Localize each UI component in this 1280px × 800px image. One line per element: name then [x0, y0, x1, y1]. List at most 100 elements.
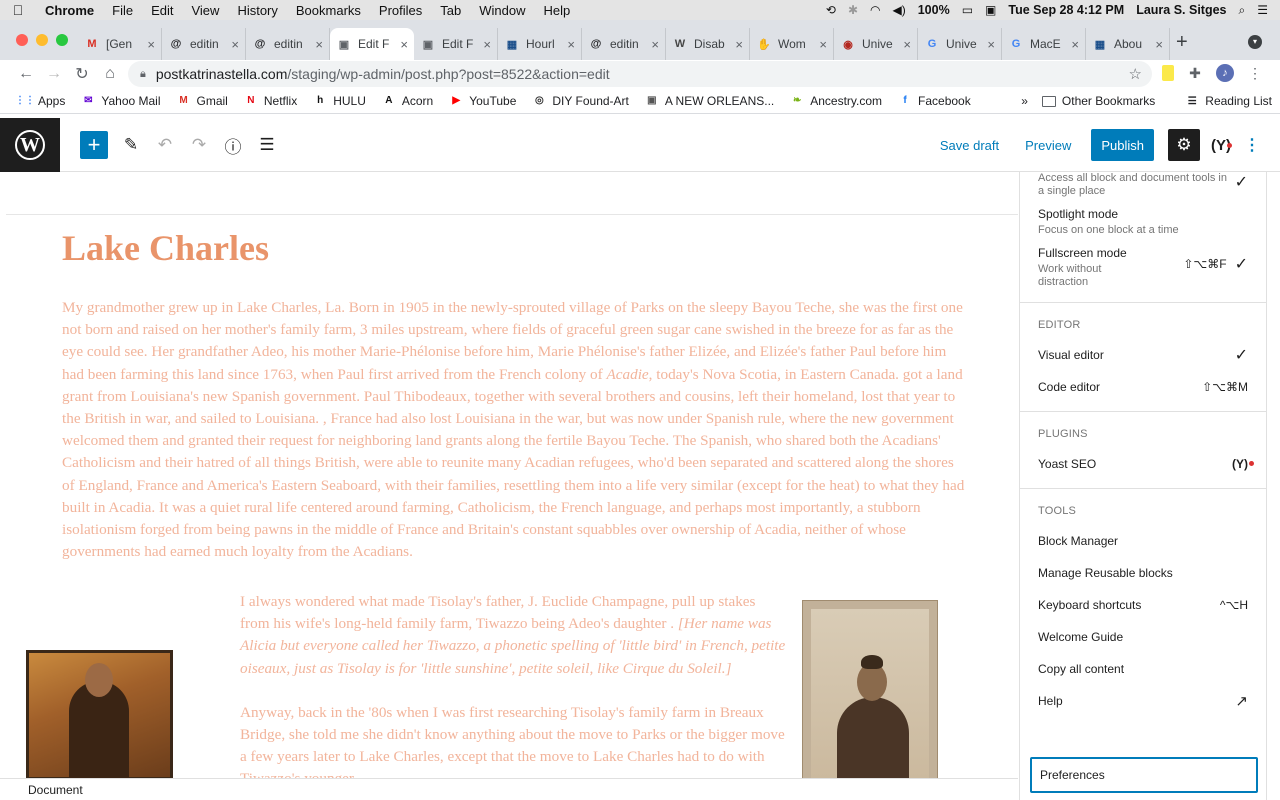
extensions-puzzle-icon[interactable]: ✚ [1186, 64, 1204, 82]
publish-button[interactable]: Publish [1091, 129, 1154, 161]
bookmark-item[interactable]: ⋮⋮ Apps [15, 94, 65, 108]
profile-avatar[interactable]: ♪ [1216, 64, 1234, 82]
keyboard-icon[interactable]: ▣ [985, 3, 996, 17]
minimize-window-button[interactable] [36, 34, 48, 46]
menu-bookmarks[interactable]: Bookmarks [287, 3, 370, 18]
menu-top-toolbar[interactable]: Access all block and document tools in a… [1020, 172, 1266, 202]
undo-icon[interactable]: ↶ [154, 131, 176, 159]
tab-close-icon[interactable]: × [147, 37, 155, 52]
menu-visual-editor[interactable]: Visual editor ✓ [1020, 339, 1266, 371]
forward-button[interactable]: → [40, 65, 68, 83]
browser-tab[interactable]: ▣ Edit F × [414, 28, 498, 60]
apple-menu-icon[interactable]:  [0, 2, 36, 18]
tab-close-icon[interactable]: × [1071, 37, 1079, 52]
browser-tab[interactable]: ▦ Hourl × [498, 28, 582, 60]
browser-tab[interactable]: ▣ Edit F × [330, 28, 414, 60]
tab-close-icon[interactable]: × [1155, 37, 1163, 52]
menu-help[interactable]: Help [535, 3, 580, 18]
browser-tab[interactable]: W Disab × [666, 28, 750, 60]
breadcrumb-document[interactable]: Document [28, 783, 83, 797]
menubar-user[interactable]: Laura S. Sitges [1136, 3, 1226, 17]
post-title[interactable]: Lake Charles [62, 227, 269, 269]
list-view-icon[interactable]: ☰ [256, 131, 278, 159]
bookmark-item[interactable]: ✉ Yahoo Mail [81, 94, 160, 108]
tab-close-icon[interactable]: × [483, 37, 491, 52]
options-menu-icon[interactable]: ⋮ [1242, 129, 1262, 161]
browser-tab[interactable]: M [Gen × [78, 28, 162, 60]
browser-tab[interactable]: ▦ Abou × [1086, 28, 1170, 60]
lock-icon[interactable]: 🔒︎ [140, 68, 146, 81]
menu-code-editor[interactable]: Code editor ⇧⌥⌘M [1020, 371, 1266, 403]
control-center-icon[interactable]: ☰ [1257, 3, 1268, 17]
zoom-window-button[interactable] [56, 34, 68, 46]
chrome-menu-icon[interactable]: ⋮ [1246, 64, 1264, 82]
wordpress-logo-icon[interactable]: W [0, 118, 60, 172]
preferences-button[interactable]: Preferences [1030, 757, 1258, 793]
other-bookmarks-folder[interactable]: Other Bookmarks [1041, 94, 1155, 108]
browser-tab[interactable]: G MacE × [1002, 28, 1086, 60]
time-machine-icon[interactable]: ⟲ [826, 3, 836, 17]
menu-edit[interactable]: Edit [142, 3, 182, 18]
tools-pencil-icon[interactable]: ✎ [120, 131, 142, 159]
menu-fullscreen-mode[interactable]: Fullscreen mode Work without distraction … [1020, 242, 1266, 294]
settings-gear-icon[interactable]: ⚙ [1168, 129, 1200, 161]
tab-close-icon[interactable]: × [315, 37, 323, 52]
bookmarks-overflow-button[interactable]: » [1021, 94, 1028, 108]
menu-yoast-seo[interactable]: Yoast SEO (Y) [1020, 448, 1266, 480]
browser-tab[interactable]: @ editin × [246, 28, 330, 60]
new-tab-button[interactable]: + [1176, 32, 1188, 52]
bookmark-item[interactable]: h HULU [313, 94, 366, 108]
battery-icon[interactable]: ▭ [962, 3, 973, 17]
browser-tab[interactable]: ◉ Unive × [834, 28, 918, 60]
bookmark-item[interactable]: A Acorn [382, 94, 433, 108]
menu-help[interactable]: Help ↗ [1020, 685, 1266, 717]
bookmark-item[interactable]: f Facebook [898, 94, 970, 108]
menu-history[interactable]: History [228, 3, 286, 18]
details-info-icon[interactable]: ⓘ [222, 131, 244, 159]
preview-button[interactable]: Preview [1015, 129, 1081, 161]
tab-close-icon[interactable]: × [819, 37, 827, 52]
menu-copy-all-content[interactable]: Copy all content [1020, 653, 1266, 685]
browser-tab[interactable]: ✋ Wom × [750, 28, 834, 60]
browser-tab[interactable]: @ editin × [162, 28, 246, 60]
menu-profiles[interactable]: Profiles [370, 3, 431, 18]
menu-file[interactable]: File [103, 3, 142, 18]
menubar-datetime[interactable]: Tue Sep 28 4:12 PM [1008, 3, 1124, 17]
menu-view[interactable]: View [182, 3, 228, 18]
back-button[interactable]: ← [12, 65, 40, 83]
tab-close-icon[interactable]: × [735, 37, 743, 52]
menu-window[interactable]: Window [470, 3, 534, 18]
menu-welcome-guide[interactable]: Welcome Guide [1020, 621, 1266, 653]
spotlight-search-icon[interactable]: ⌕ [1239, 3, 1246, 18]
browser-tab[interactable]: G Unive × [918, 28, 1002, 60]
photo-man-image[interactable] [26, 650, 173, 778]
reload-button[interactable]: ↻ [68, 64, 96, 84]
photo-woman-image[interactable] [802, 600, 938, 778]
close-window-button[interactable] [16, 34, 28, 46]
notes-extension-icon[interactable] [1162, 65, 1174, 81]
redo-icon[interactable]: ↷ [188, 131, 210, 159]
volume-icon[interactable]: ◀) [892, 3, 905, 17]
tab-close-icon[interactable]: × [651, 37, 659, 52]
menu-keyboard-shortcuts[interactable]: Keyboard shortcuts ^⌥H [1020, 589, 1266, 621]
bookmark-item[interactable]: N Netflix [244, 94, 297, 108]
bookmark-item[interactable]: ◎ DIY Found-Art [532, 94, 629, 108]
add-block-button[interactable]: + [80, 131, 108, 159]
menu-spotlight-mode[interactable]: Spotlight mode Focus on one block at a ti… [1020, 202, 1266, 242]
browser-tab[interactable]: @ editin × [582, 28, 666, 60]
bookmark-item[interactable]: ❧ Ancestry.com [790, 94, 882, 108]
menu-tab[interactable]: Tab [431, 3, 470, 18]
save-draft-button[interactable]: Save draft [930, 129, 1009, 161]
tab-search-icon[interactable]: ▾ [1248, 35, 1262, 49]
tab-close-icon[interactable]: × [231, 37, 239, 52]
yoast-seo-icon[interactable]: (Y) [1206, 129, 1236, 161]
bluetooth-icon[interactable]: ✱ [848, 3, 858, 17]
menu-chrome[interactable]: Chrome [36, 3, 103, 18]
tab-close-icon[interactable]: × [400, 37, 408, 52]
tab-close-icon[interactable]: × [903, 37, 911, 52]
address-bar[interactable]: 🔒︎ postkatrinastella.com /staging/wp-adm… [128, 61, 1152, 87]
bookmark-item[interactable]: ▶ YouTube [449, 94, 516, 108]
bookmark-item[interactable]: ▣ A NEW ORLEANS... [645, 94, 774, 108]
wifi-icon[interactable]: ◠ [870, 3, 880, 17]
paragraph-block[interactable]: My grandmother grew up in Lake Charles, … [62, 297, 968, 563]
